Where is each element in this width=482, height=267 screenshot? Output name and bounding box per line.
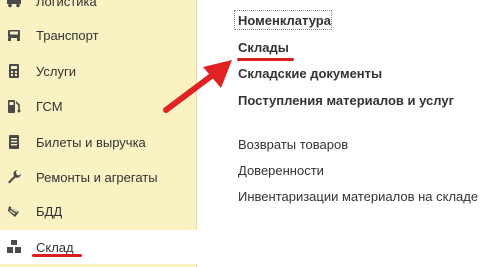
red-arrow-icon bbox=[163, 60, 232, 113]
